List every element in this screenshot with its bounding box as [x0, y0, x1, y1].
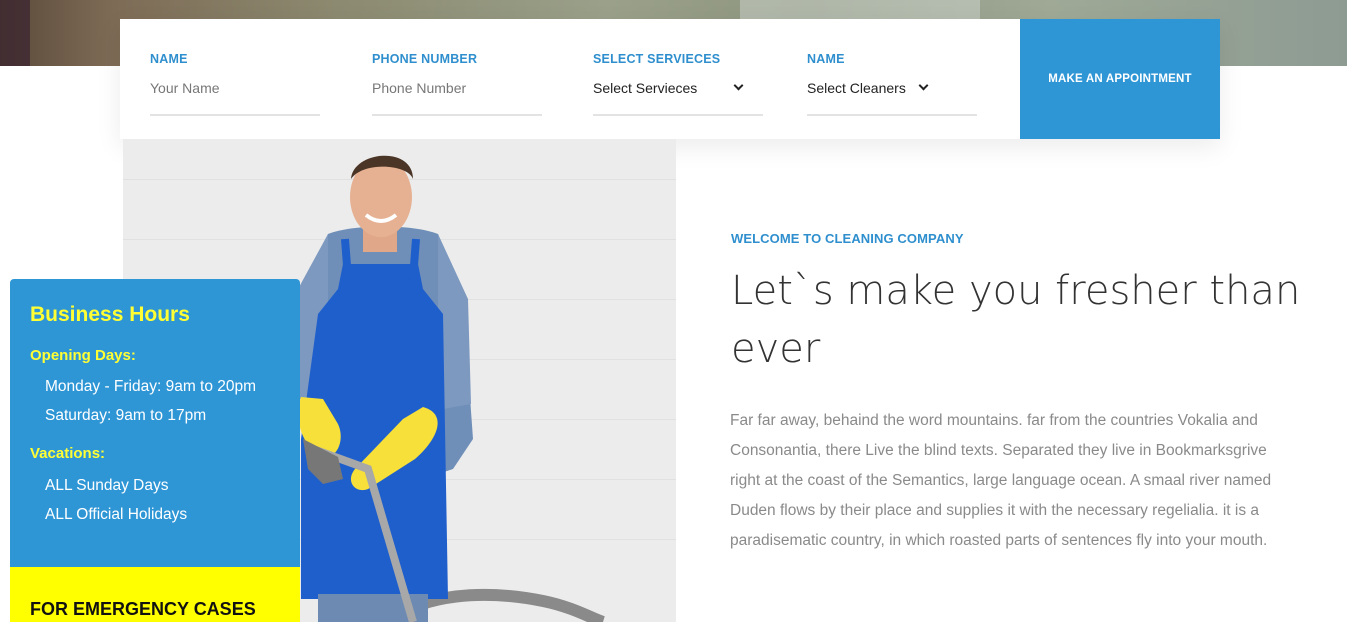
- name-label: NAME: [150, 52, 188, 66]
- opening-days-label: Opening Days:: [30, 347, 136, 364]
- welcome-headline: Let`s make you fresher than ever: [731, 268, 1301, 372]
- name-input[interactable]: Your Name: [150, 80, 220, 96]
- cleaner-select[interactable]: NAME Select Cleaners: [807, 19, 977, 139]
- welcome-body-text: Far far away, behaind the word mountains…: [730, 412, 1272, 549]
- hero-image-detail: [0, 0, 30, 66]
- phone-input[interactable]: Phone Number: [372, 80, 466, 96]
- cleaner-label: NAME: [807, 52, 845, 66]
- appointment-form: NAME Your Name PHONE NUMBER Phone Number…: [120, 19, 1220, 139]
- phone-label: PHONE NUMBER: [372, 52, 478, 66]
- chevron-down-icon[interactable]: [918, 80, 929, 91]
- cleaner-select-underline: [807, 114, 977, 116]
- hero-image-highlight: [740, 0, 980, 20]
- vacations-label: Vacations:: [30, 445, 106, 462]
- emergency-label: FOR EMERGENCY CASES: [30, 599, 256, 619]
- service-select-underline: [593, 114, 763, 116]
- name-field[interactable]: NAME Your Name: [150, 19, 320, 139]
- phone-input-underline: [372, 114, 542, 116]
- business-hours-card: Business Hours Opening Days: Monday - Fr…: [10, 279, 300, 567]
- welcome-kicker: WELCOME TO CLEANING COMPANY: [731, 231, 964, 246]
- emergency-banner: FOR EMERGENCY CASES: [10, 567, 300, 622]
- vacation-row-sunday: ALL Sunday Days: [45, 477, 169, 494]
- service-label: SELECT SERVIECES: [593, 52, 721, 66]
- opening-row-weekdays: Monday - Friday: 9am to 20pm: [45, 378, 257, 395]
- chevron-down-icon[interactable]: [733, 80, 744, 91]
- vacation-row-holidays: ALL Official Holidays: [45, 506, 188, 523]
- phone-field[interactable]: PHONE NUMBER Phone Number: [372, 19, 542, 139]
- name-input-underline: [150, 114, 320, 116]
- make-appointment-button[interactable]: MAKE AN APPOINTMENT: [1020, 19, 1220, 139]
- business-hours-title: Business Hours: [30, 303, 190, 326]
- service-select[interactable]: SELECT SERVIECES Select Servieces: [593, 19, 763, 139]
- cleaner-select-value[interactable]: Select Cleaners: [807, 80, 906, 96]
- opening-row-saturday: Saturday: 9am to 17pm: [45, 407, 207, 424]
- service-select-value[interactable]: Select Servieces: [593, 80, 697, 96]
